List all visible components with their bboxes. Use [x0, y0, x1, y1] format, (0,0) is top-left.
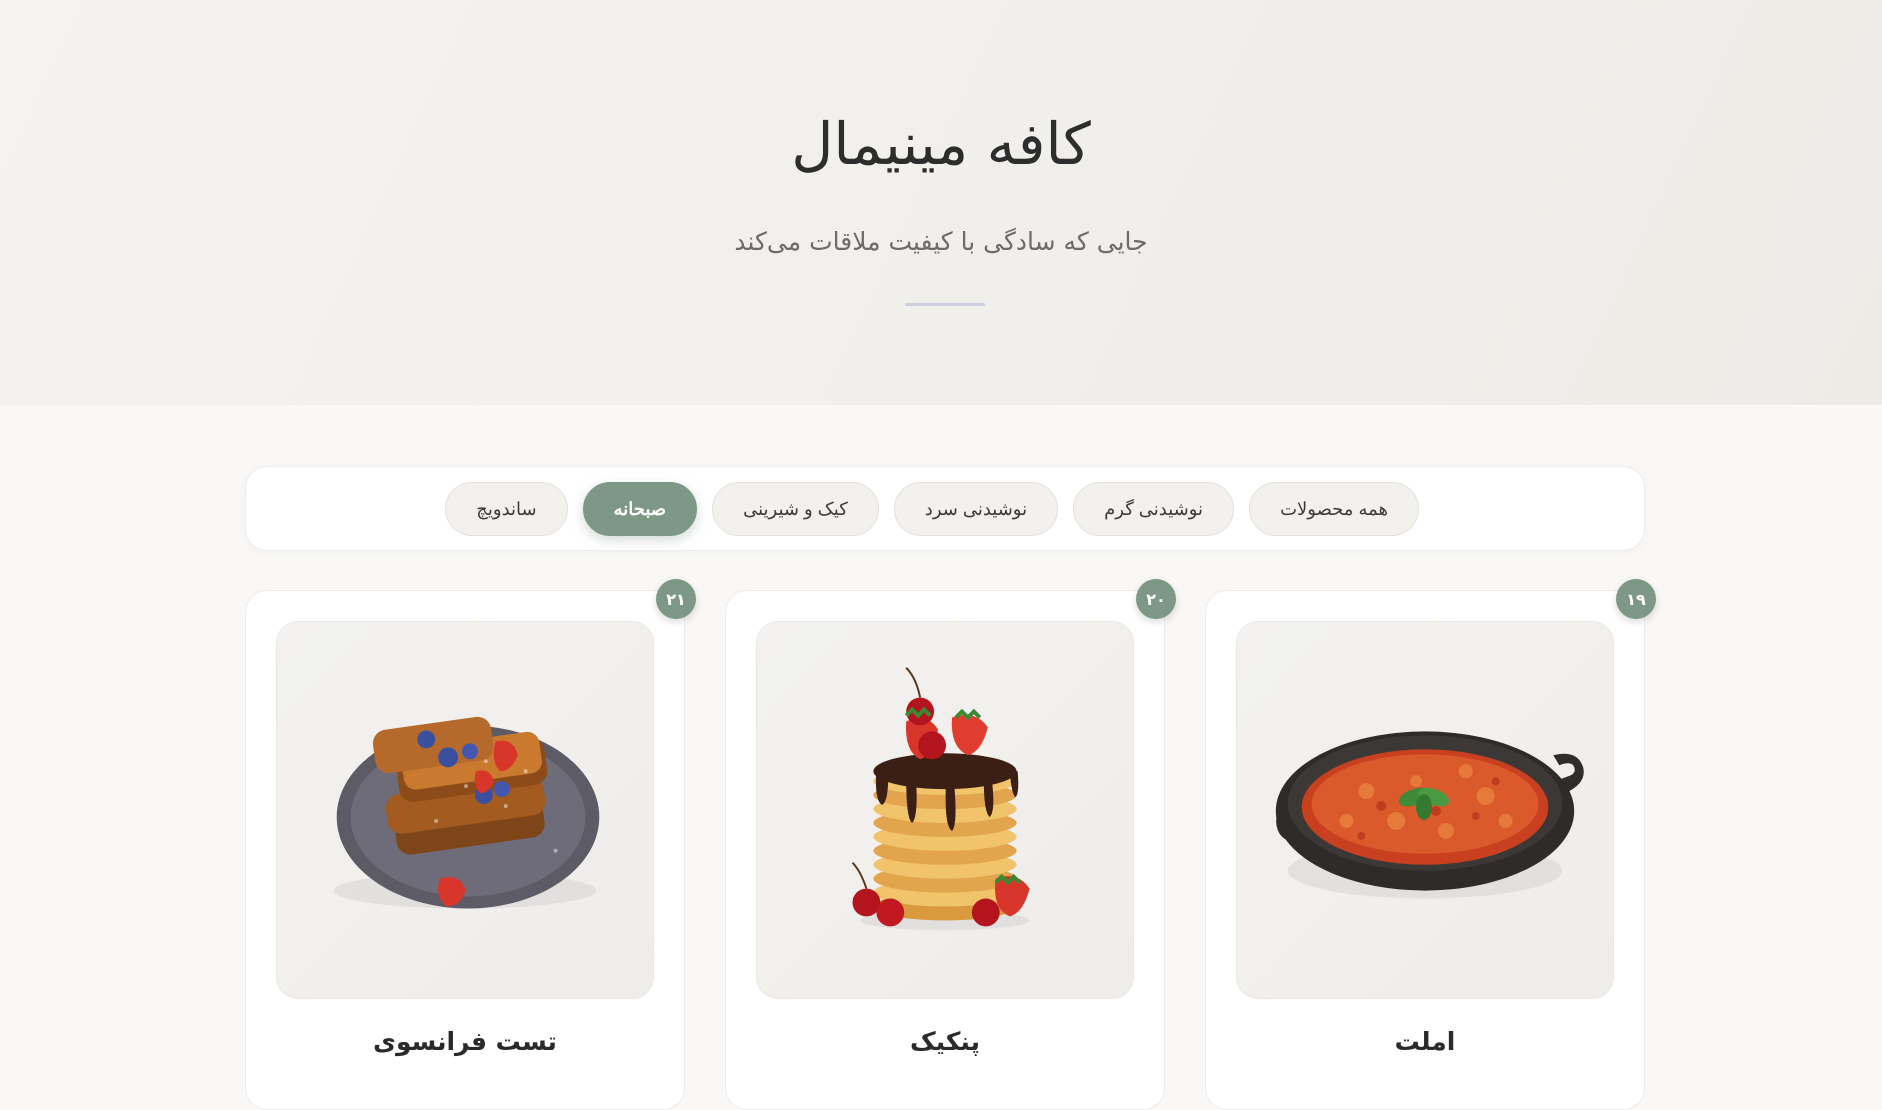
header-divider: [905, 303, 985, 306]
french-toast-icon: [276, 621, 654, 999]
omelette-pan-icon: [1236, 621, 1614, 999]
product-card[interactable]: ۱۹ املت: [1205, 579, 1656, 1110]
filter-all-products[interactable]: همه محصولات: [1249, 482, 1419, 536]
category-filter-list: همه محصولات نوشیدنی گرم نوشیدنی سرد کیک …: [445, 482, 1419, 536]
page-title: کافه مینیمال: [791, 110, 1091, 178]
product-card[interactable]: ۲۰ پنکیک: [725, 579, 1176, 1110]
pancake-stack-icon: [756, 621, 1134, 999]
product-name: پنکیک: [910, 1027, 980, 1056]
filter-hot-drinks[interactable]: نوشیدنی گرم: [1073, 482, 1235, 536]
product-card[interactable]: ۲۱ تست فرانسوی: [245, 579, 696, 1110]
product-number-badge: ۲۱: [656, 579, 696, 619]
filter-cold-drinks[interactable]: نوشیدنی سرد: [893, 482, 1059, 536]
product-name: تست فرانسوی: [373, 1027, 557, 1056]
filter-breakfast[interactable]: صبحانه: [582, 482, 698, 536]
category-filter-bar: همه محصولات نوشیدنی گرم نوشیدنی سرد کیک …: [245, 466, 1645, 551]
product-number-badge: ۱۹: [1616, 579, 1656, 619]
product-grid: ۱۹ املت ۲۰ پنکیک ۲۱ تست فرانسوی: [245, 579, 1656, 1110]
filter-sandwich[interactable]: ساندویچ: [445, 482, 568, 536]
page-subtitle: جایی که سادگی با کیفیت ملاقات می‌کند: [734, 227, 1148, 256]
hero-header: کافه مینیمال جایی که سادگی با کیفیت ملاق…: [0, 0, 1882, 405]
product-number-badge: ۲۰: [1136, 579, 1176, 619]
product-name: املت: [1394, 1027, 1456, 1056]
filter-cakes-pastries[interactable]: کیک و شیرینی: [712, 482, 879, 536]
